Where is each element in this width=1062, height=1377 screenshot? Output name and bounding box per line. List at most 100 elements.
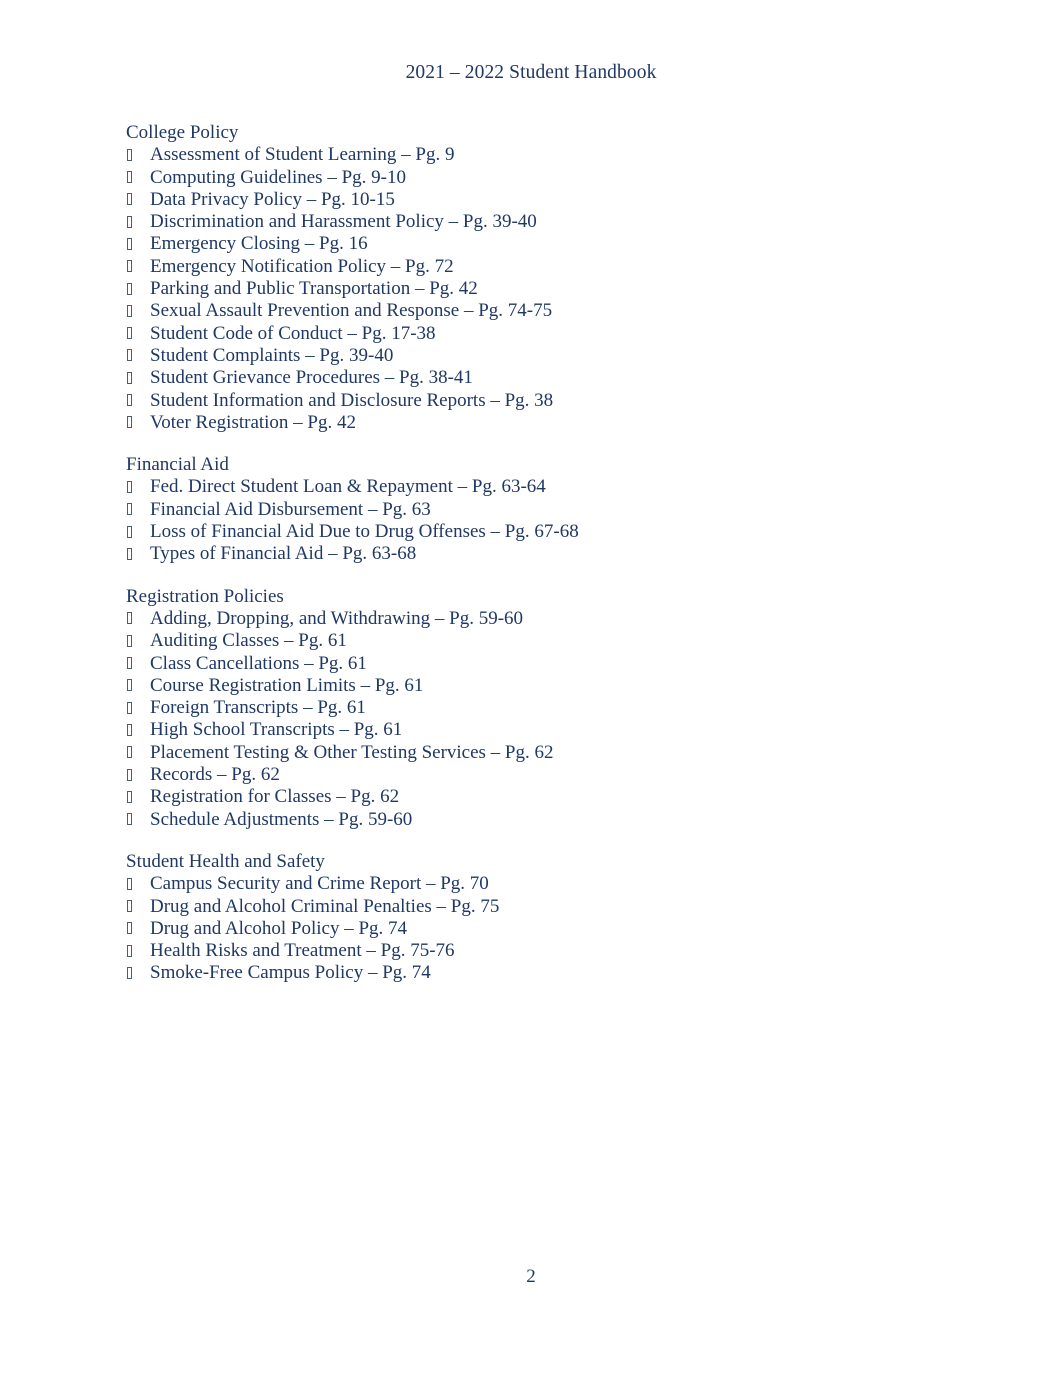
bullet-box-icon [127,371,132,384]
toc-entry[interactable]: Discrimination and Harassment Policy – P… [126,211,926,233]
toc-entry-label: Loss of Financial Aid Due to Drug Offens… [150,521,579,543]
bullet-box-icon [127,547,132,560]
bullet-box-icon [127,612,132,625]
toc-entry[interactable]: Drug and Alcohol Policy – Pg. 74 [126,918,926,940]
toc-entry-label: Records – Pg. 62 [150,764,280,786]
toc-entry-label: Sexual Assault Prevention and Response –… [150,300,553,322]
bullet-box-icon [127,634,132,647]
toc-entry[interactable]: Types of Financial Aid – Pg. 63-68 [126,543,926,565]
bullet-box-icon [127,768,132,781]
bullet-box-icon [127,900,132,912]
toc-entry[interactable]: Emergency Closing – Pg. 16 [126,233,926,255]
toc-entry[interactable]: Sexual Assault Prevention and Response –… [126,300,926,322]
toc-entry[interactable]: Adding, Dropping, and Withdrawing – Pg. … [126,608,926,630]
toc-section: Student Health and Safety Campus Security… [126,851,926,985]
toc-entry[interactable]: Registration for Classes – Pg. 62 [126,786,926,808]
toc-entry-label: Emergency Closing – Pg. 16 [150,233,368,255]
toc-entry-label: Financial Aid Disbursement – Pg. 63 [150,498,431,520]
toc-entry-label: Foreign Transcripts – Pg. 61 [150,697,366,719]
bullet-box-icon [127,148,132,161]
toc-entry[interactable]: Records – Pg. 62 [126,764,926,786]
toc-section-heading: Student Health and Safety [126,850,325,872]
bullet-box-icon [127,237,132,250]
toc-entry[interactable]: Student Complaints – Pg. 39-40 [126,345,926,367]
document-page: 2021 – 2022 Student Handbook College Pol… [0,0,1062,1377]
toc-section: Registration Policies Adding, Dropping, a… [126,586,926,831]
toc-entry[interactable]: Financial Aid Disbursement – Pg. 63 [126,499,926,521]
toc-entry[interactable]: Assessment of Student Learning – Pg. 9 [126,144,926,166]
toc-entry[interactable]: Drug and Alcohol Criminal Penalties – Pg… [126,896,926,918]
toc-entry[interactable]: Schedule Adjustments – Pg. 59-60 [126,809,926,831]
toc-entry-label: Voter Registration – Pg. 42 [150,411,357,433]
bullet-box-icon [127,922,132,935]
bullet-box-icon [127,790,132,803]
bullet-box-icon [127,701,132,714]
page-number-footer: 2 [526,1266,536,1287]
table-of-contents: College Policy Assessment of Student Lear… [126,122,926,985]
bullet-box-icon [127,193,132,206]
toc-entry-label: Auditing Classes – Pg. 61 [150,630,347,652]
toc-entry[interactable]: Voter Registration – Pg. 42 [126,412,926,434]
bullet-box-icon [127,966,132,979]
toc-entry-label: Adding, Dropping, and Withdrawing – Pg. … [150,607,524,629]
toc-entry-label: Student Code of Conduct – Pg. 17-38 [150,322,436,344]
toc-entry[interactable]: Student Code of Conduct – Pg. 17-38 [126,323,926,345]
bullet-box-icon [127,679,132,692]
toc-entry-label: Smoke-Free Campus Policy – Pg. 74 [150,962,431,984]
toc-entry-label: Class Cancellations – Pg. 61 [150,652,367,674]
bullet-box-icon [127,260,132,273]
toc-item-list: Campus Security and Crime Report – Pg. 7… [126,873,926,984]
toc-entry[interactable]: Data Privacy Policy – Pg. 10-15 [126,189,926,211]
bullet-box-icon [127,525,132,538]
bullet-box-icon [127,813,132,826]
toc-entry-label: Emergency Notification Policy – Pg. 72 [150,255,454,277]
bullet-box-icon [127,944,132,957]
toc-item-list: Assessment of Student Learning – Pg. 9 Co… [126,144,926,434]
toc-entry[interactable]: Class Cancellations – Pg. 61 [126,653,926,675]
toc-entry-label: Discrimination and Harassment Policy – P… [150,211,537,233]
bullet-box-icon [127,746,132,759]
toc-entry[interactable]: Health Risks and Treatment – Pg. 75-76 [126,940,926,962]
toc-entry[interactable]: Campus Security and Crime Report – Pg. 7… [126,873,926,895]
toc-entry[interactable]: Parking and Public Transportation – Pg. … [126,278,926,300]
toc-entry[interactable]: Auditing Classes – Pg. 61 [126,630,926,652]
bullet-box-icon [127,877,132,890]
bullet-box-icon [127,416,132,429]
toc-entry[interactable]: High School Transcripts – Pg. 61 [126,719,926,741]
toc-section-heading: Registration Policies [126,585,284,607]
toc-section-heading: College Policy [126,122,239,143]
toc-entry[interactable]: Course Registration Limits – Pg. 61 [126,675,926,697]
bullet-box-icon [127,394,132,407]
toc-entry-label: Data Privacy Policy – Pg. 10-15 [150,188,395,210]
toc-entry-label: High School Transcripts – Pg. 61 [150,719,403,741]
toc-entry[interactable]: Loss of Financial Aid Due to Drug Offens… [126,521,926,543]
toc-entry[interactable]: Student Grievance Procedures – Pg. 38-41 [126,367,926,389]
bullet-box-icon [127,657,132,670]
toc-entry[interactable]: Smoke-Free Campus Policy – Pg. 74 [126,962,926,984]
toc-section: College Policy Assessment of Student Lear… [126,122,926,434]
page-header-title: 2021 – 2022 Student Handbook [405,62,657,83]
toc-entry-label: Types of Financial Aid – Pg. 63-68 [150,543,417,565]
bullet-box-icon [127,327,132,340]
toc-entry[interactable]: Computing Guidelines – Pg. 9-10 [126,167,926,189]
toc-entry-label: Student Complaints – Pg. 39-40 [150,344,394,366]
toc-entry[interactable]: Placement Testing & Other Testing Servic… [126,742,926,764]
bullet-box-icon [127,349,132,362]
bullet-box-icon [127,503,132,516]
toc-entry-label: Drug and Alcohol Criminal Penalties – Pg… [150,895,500,917]
toc-entry[interactable]: Emergency Notification Policy – Pg. 72 [126,256,926,278]
bullet-box-icon [127,480,132,493]
toc-entry-label: Placement Testing & Other Testing Servic… [150,741,554,763]
toc-entry-label: Campus Security and Crime Report – Pg. 7… [150,873,489,895]
toc-entry[interactable]: Fed. Direct Student Loan & Repayment – P… [126,476,926,498]
toc-entry[interactable]: Foreign Transcripts – Pg. 61 [126,697,926,719]
toc-entry-label: Student Information and Disclosure Repor… [150,389,554,411]
toc-item-list: Adding, Dropping, and Withdrawing – Pg. … [126,608,926,831]
toc-section: Financial Aid Fed. Direct Student Loan & … [126,454,926,565]
bullet-box-icon [127,215,132,228]
bullet-box-icon [127,304,132,317]
toc-entry-label: Assessment of Student Learning – Pg. 9 [150,144,455,166]
bullet-box-icon [127,171,132,184]
toc-entry[interactable]: Student Information and Disclosure Repor… [126,390,926,412]
toc-entry-label: Computing Guidelines – Pg. 9-10 [150,166,406,188]
